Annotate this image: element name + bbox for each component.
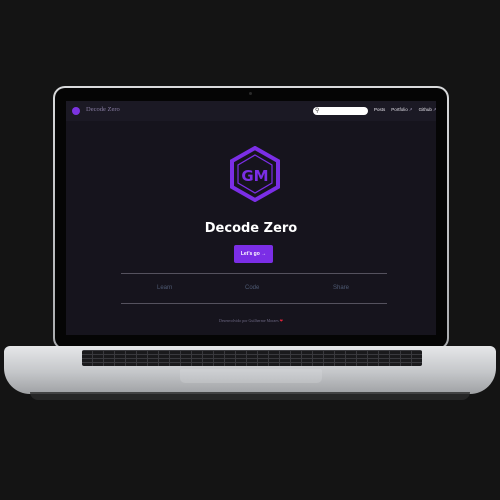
trackpad	[180, 369, 322, 383]
nav-link-posts[interactable]: Posts	[374, 107, 385, 113]
navbar: Decode Zero ⚲ Posts Portfolio↗ Github↗	[66, 101, 436, 121]
external-link-icon: ↗	[408, 107, 413, 112]
divider-bottom	[121, 303, 387, 304]
lets-go-button[interactable]: Let's go →	[234, 245, 273, 263]
feature-learn: Learn	[157, 285, 173, 291]
search-icon: ⚲	[315, 107, 320, 114]
hero-title: Decode Zero	[204, 221, 298, 236]
hexagon-logo-icon: GM	[230, 146, 280, 202]
external-link-icon: ↗	[432, 107, 436, 112]
divider-top	[121, 273, 387, 274]
footer-text: Desenvolvido por Guilherme Moraes	[218, 318, 279, 323]
nav-link-portfolio[interactable]: Portfolio↗	[391, 107, 412, 113]
footer: Desenvolvido por Guilherme Moraes ❤	[66, 318, 436, 323]
feature-code: Code	[245, 285, 260, 291]
nav-logo-icon[interactable]	[72, 107, 80, 115]
webcam	[249, 92, 252, 95]
keyboard	[82, 350, 422, 366]
nav-links: Posts Portfolio↗ Github↗	[374, 107, 436, 113]
logo-monogram: GM	[241, 167, 268, 185]
search-input[interactable]: ⚲	[313, 107, 368, 115]
laptop-base-edge	[30, 392, 470, 400]
nav-link-github[interactable]: Github↗	[419, 107, 436, 113]
heart-icon: ❤	[279, 318, 283, 323]
feature-share: Share	[333, 285, 350, 291]
nav-brand[interactable]: Decode Zero	[86, 106, 120, 113]
laptop-screen: Decode Zero ⚲ Posts Portfolio↗ Github↗ G…	[66, 101, 436, 335]
